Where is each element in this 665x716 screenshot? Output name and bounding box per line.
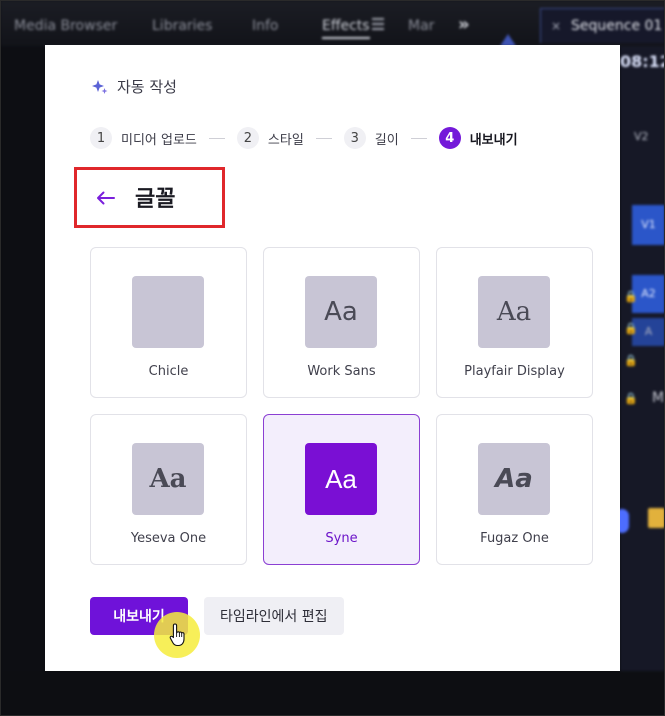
font-name: Syne: [325, 531, 358, 546]
panel-title: 자동 작성: [117, 78, 177, 96]
font-card-fugaz-one[interactable]: Aa Fugaz One: [436, 414, 593, 565]
overflow-chevron-icon[interactable]: »: [458, 14, 470, 35]
font-name: Chicle: [148, 364, 189, 379]
tab-markers[interactable]: Mar: [408, 18, 434, 34]
timecode: 08:12: [620, 52, 665, 71]
font-card-syne[interactable]: Aa Syne: [263, 414, 420, 565]
lock-icon[interactable]: 🔒: [624, 354, 638, 367]
font-name: Playfair Display: [464, 364, 565, 379]
bottom-area: [0, 671, 665, 716]
sparkle-icon: [92, 79, 108, 94]
left-panel: [0, 46, 45, 716]
stepper: 1 미디어 업로드 2 스타일 3 길이 4 내보내기: [90, 127, 518, 149]
edit-in-timeline-button[interactable]: 타임라인에서 편집: [204, 597, 344, 635]
step-style[interactable]: 2 스타일: [236, 127, 304, 149]
font-grid: Chicle Aa Work Sans Aa Playfair Display …: [90, 247, 593, 565]
step-length[interactable]: 3 길이: [343, 127, 399, 149]
auto-create-panel: 자동 작성 1 미디어 업로드 2 스타일 3 길이 4 내보내기 글꼴 Chi…: [45, 45, 620, 671]
step-upload[interactable]: 1 미디어 업로드: [90, 127, 197, 149]
action-bar: 내보내기 타임라인에서 편집: [90, 597, 344, 635]
panel-header: 자동 작성: [91, 76, 177, 97]
font-card-playfair-display[interactable]: Aa Playfair Display: [436, 247, 593, 398]
hand-cursor-icon: [169, 623, 185, 647]
lock-icon[interactable]: 🔒: [624, 290, 638, 303]
track-label-m: M: [652, 390, 665, 406]
step-divider: [208, 137, 225, 139]
font-card-chicle[interactable]: Chicle: [90, 247, 247, 398]
section-title: 글꼴: [135, 187, 176, 212]
close-icon[interactable]: ×: [551, 19, 561, 33]
step-export[interactable]: 4 내보내기: [438, 127, 518, 149]
step-label: 미디어 업로드: [121, 132, 197, 148]
timeline-panel: [620, 46, 665, 716]
font-card-yeseva-one[interactable]: Aa Yeseva One: [90, 414, 247, 565]
track-label-v2: V2: [634, 130, 649, 143]
tab-info[interactable]: Info: [252, 18, 279, 34]
font-name: Work Sans: [307, 364, 376, 379]
tab-effects[interactable]: Effects: [322, 18, 370, 39]
step-number: 2: [236, 127, 259, 149]
font-preview: Aa: [478, 276, 550, 348]
panel-tab-bar: Media Browser Libraries Info Effects Mar…: [0, 0, 665, 47]
track-v1[interactable]: V1: [632, 205, 665, 245]
step-divider: [410, 137, 427, 139]
step-label: 길이: [374, 132, 399, 148]
font-name: Yeseva One: [130, 531, 207, 546]
font-preview: Aa: [305, 443, 377, 515]
tab-libraries[interactable]: Libraries: [152, 18, 212, 34]
panel-menu-icon[interactable]: [372, 18, 384, 33]
tab-sequence[interactable]: × Sequence 01: [540, 8, 665, 43]
step-number: 3: [343, 127, 366, 149]
step-number: 4: [438, 127, 461, 149]
lock-icon[interactable]: 🔒: [624, 322, 638, 335]
sequence-tab-label: Sequence 01: [571, 18, 663, 34]
tab-media-browser[interactable]: Media Browser: [14, 18, 117, 34]
folder-icon[interactable]: [648, 508, 665, 528]
font-preview: Aa: [478, 443, 550, 515]
step-label: 스타일: [267, 132, 304, 148]
font-preview: [132, 276, 204, 348]
font-preview: Aa: [132, 443, 204, 515]
font-card-work-sans[interactable]: Aa Work Sans: [263, 247, 420, 398]
step-label: 내보내기: [469, 132, 518, 148]
font-name: Fugaz One: [480, 531, 549, 546]
font-preview: Aa: [305, 276, 377, 348]
step-divider: [315, 137, 332, 139]
back-arrow-icon[interactable]: [96, 191, 115, 205]
step-number: 1: [90, 127, 112, 149]
lock-icon[interactable]: 🔒: [624, 392, 638, 405]
